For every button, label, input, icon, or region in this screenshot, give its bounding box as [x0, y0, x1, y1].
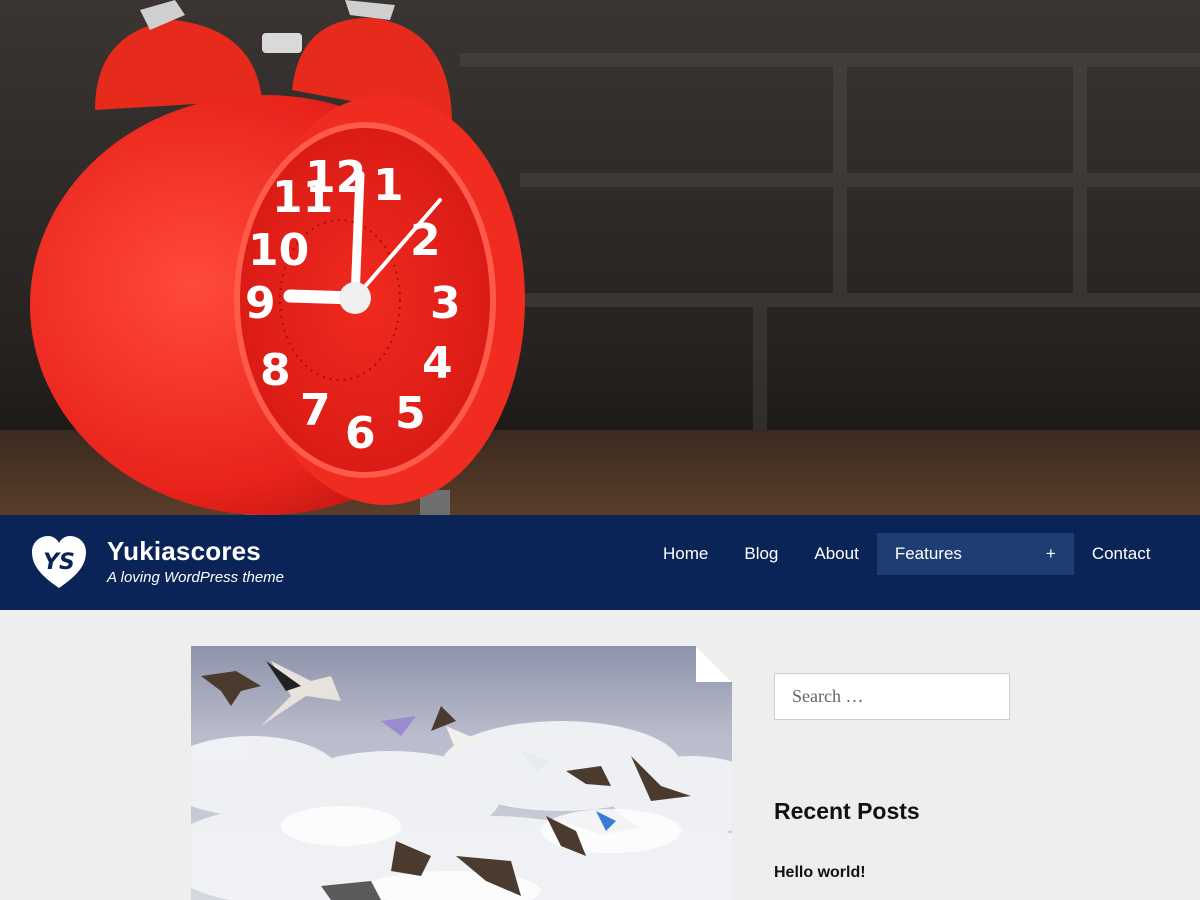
main-navigation: Home Blog About Features + Contact	[645, 533, 1168, 575]
site-tagline: A loving WordPress theme	[107, 569, 285, 586]
nav-item-contact[interactable]: Contact	[1074, 533, 1169, 575]
svg-text:9: 9	[245, 278, 276, 329]
post-featured-image[interactable]	[191, 646, 732, 900]
recent-posts-title: Recent Posts	[774, 798, 920, 824]
search-input[interactable]	[774, 673, 1010, 720]
svg-text:7: 7	[300, 385, 331, 436]
hero-image: 12 11 1 2 3 4 5 6 7 8 9 10	[0, 0, 1200, 515]
recent-post-link[interactable]: Hello world!	[774, 861, 866, 885]
svg-text:2: 2	[410, 215, 441, 266]
svg-text:6: 6	[345, 408, 376, 459]
nav-item-features-label: Features	[894, 544, 962, 563]
svg-text:1: 1	[373, 160, 404, 211]
alarm-clock-illustration: 12 11 1 2 3 4 5 6 7 8 9 10	[0, 0, 1200, 515]
svg-text:3: 3	[430, 278, 461, 329]
svg-text:5: 5	[395, 388, 426, 439]
svg-text:4: 4	[422, 338, 453, 389]
site-title[interactable]: Yukiascores	[107, 536, 261, 566]
svg-text:8: 8	[260, 345, 291, 396]
expand-plus-icon[interactable]: +	[1046, 533, 1056, 575]
nav-item-features[interactable]: Features +	[876, 533, 1074, 575]
svg-text:11: 11	[272, 172, 333, 223]
site-header: YS Yukiascores A loving WordPress theme …	[0, 515, 1200, 610]
svg-text:10: 10	[248, 225, 309, 276]
birds-over-clouds-illustration	[191, 646, 732, 900]
nav-item-blog[interactable]: Blog	[726, 533, 796, 575]
nav-item-about[interactable]: About	[796, 533, 876, 575]
heart-ys-logo-icon[interactable]: YS	[30, 533, 88, 591]
nav-item-home[interactable]: Home	[645, 533, 726, 575]
logo-monogram: YS	[43, 550, 75, 575]
